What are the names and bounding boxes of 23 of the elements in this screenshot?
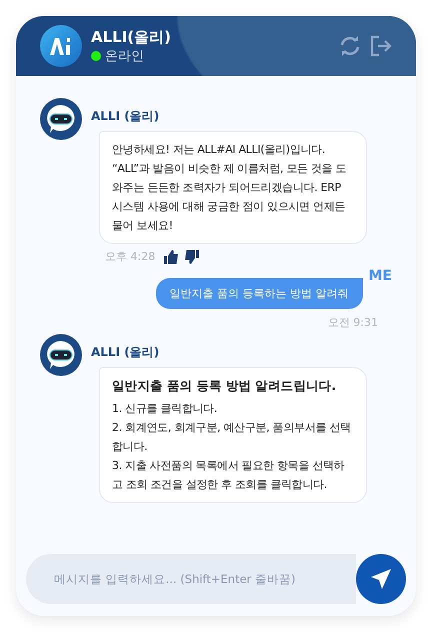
status-text: 온라인 bbox=[105, 48, 144, 64]
step-text: 1. 신규를 클릭합니다. bbox=[112, 401, 218, 417]
robot-avatar-icon bbox=[40, 334, 82, 376]
step-text: 3. 지출 사전품의 목록에서 필요한 항목을 선택하고 조회 조건을 설정한 후 조회를 클릭합니다. bbox=[112, 458, 346, 493]
thumbs-up-icon[interactable] bbox=[164, 250, 180, 264]
sender-name: ALLI (올리) bbox=[91, 344, 160, 361]
bot-message: 안녕하세요! 저는 ALL#AI ALLI(올리)입니다. “ALL”과 발음이 비슷한 제 이름처럼, 모든 것을 도와주는 든든한 조력자가 되어드리겠습니다. ERP 시스템 사용에 대해 궁금한 점이 있으시면 언제든 물어 보세요! bbox=[99, 131, 367, 244]
answer-title: 일반지출 품의 등록 방법 알려드립니다. bbox=[112, 377, 337, 395]
user-message: 일반지출 품의 등록하는 방법 알려줘 bbox=[156, 278, 362, 309]
robot-avatar-icon bbox=[40, 98, 82, 140]
bot-title: ALLI(올리) bbox=[91, 28, 172, 46]
send-button[interactable] bbox=[356, 554, 406, 604]
step-text: 2. 회계연도, 회계구분, 예산구분, 품의부서를 선택합니다. bbox=[112, 420, 352, 455]
message-input[interactable]: 메시지를 입력하세요... (Shift+Enter 줄바꿈) bbox=[26, 554, 356, 604]
refresh-icon[interactable] bbox=[338, 35, 362, 57]
thumbs-down-icon[interactable] bbox=[184, 250, 200, 264]
logo-icon bbox=[40, 25, 82, 67]
sender-label: ME bbox=[368, 268, 392, 284]
message-time: 오후 4:28 bbox=[105, 249, 156, 264]
sender-name: ALLI (올리) bbox=[91, 108, 160, 125]
message-time: 오전 9:31 bbox=[328, 315, 378, 330]
logout-icon[interactable] bbox=[370, 35, 392, 57]
send-icon bbox=[370, 568, 392, 590]
